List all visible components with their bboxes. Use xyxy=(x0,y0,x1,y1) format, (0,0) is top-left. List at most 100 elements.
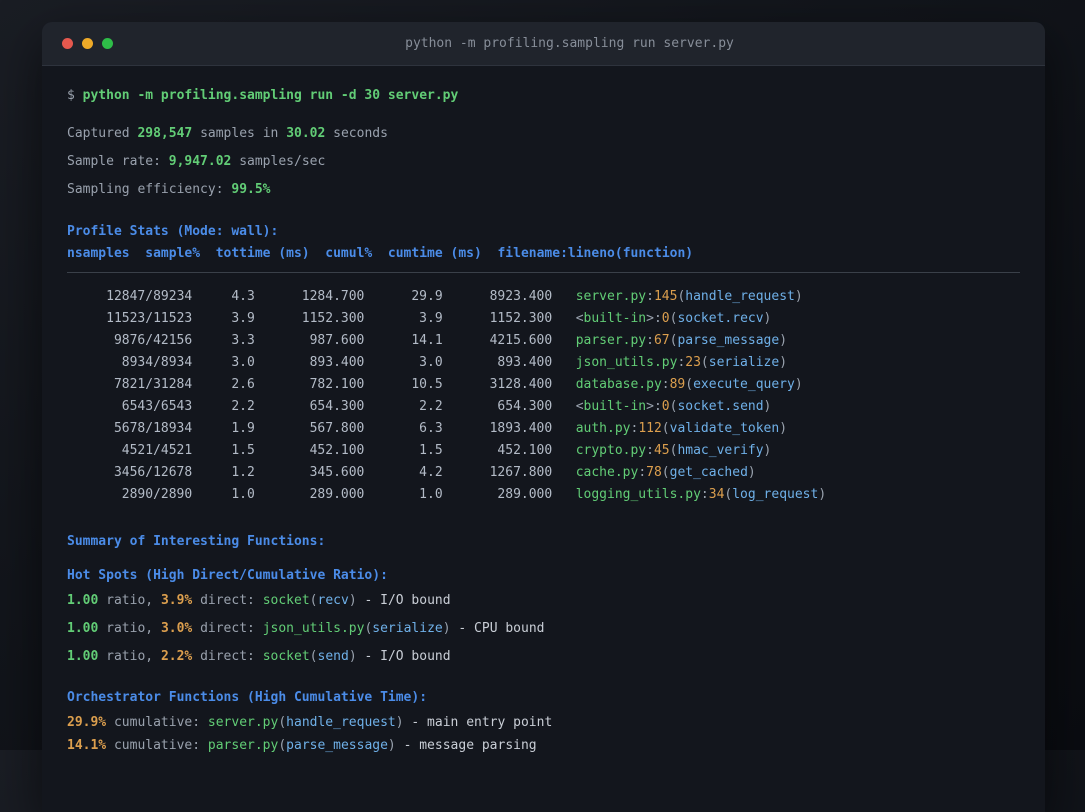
cumul-pct-cell: 1.5 xyxy=(419,443,443,458)
function-name: validate_token xyxy=(669,421,780,436)
summary-heading: Summary of Interesting Functions: xyxy=(67,534,326,549)
colon: : xyxy=(646,333,654,348)
line-number: 78 xyxy=(646,465,662,480)
duration-value: 30.02 xyxy=(286,126,326,141)
sample-rate-line: Sample rate: 9,947.02 samples/sec xyxy=(67,154,1020,170)
orchestrator-note: - message parsing xyxy=(395,738,537,753)
paren: ) xyxy=(763,443,772,458)
function-name: recv xyxy=(317,593,349,608)
shell-prompt-line: $ python -m profiling.sampling run -d 30… xyxy=(67,88,1020,104)
target-name: json_utils.py xyxy=(262,621,365,636)
profile-row: 6543/6543 2.2 654.300 2.2 654.300 <built-in>:… xyxy=(67,396,1020,418)
function-location: auth.py:112(validate_token) xyxy=(576,421,787,436)
tottime-cell: 1284.700 xyxy=(301,289,365,304)
angle-bracket: < xyxy=(575,399,584,414)
hotspot-note: - I/O bound xyxy=(356,649,451,664)
function-name: socket.send xyxy=(677,399,764,414)
cumul-pct-cell: 10.5 xyxy=(411,377,443,392)
cumulative-pct: 14.1% xyxy=(67,738,107,753)
paren: ( xyxy=(309,649,318,664)
cumul-pct-cell: 1.0 xyxy=(419,487,443,502)
filename: database.py xyxy=(575,377,662,392)
profile-rows: 12847/89234 4.3 1284.700 29.9 8923.400 server… xyxy=(67,286,1020,506)
cumul-pct-cell: 29.9 xyxy=(411,289,443,304)
sample-pct-cell: 4.3 xyxy=(231,289,255,304)
seconds-label: seconds xyxy=(333,126,388,141)
cumul-pct-cell: 14.1 xyxy=(411,333,443,348)
direct-pct: 2.2% xyxy=(160,649,193,664)
samples-in-label: samples in xyxy=(200,126,279,141)
paren: ( xyxy=(309,593,318,608)
command-text: python -m profiling.sampling run -d 30 s… xyxy=(82,88,459,103)
function-location: cache.py:78(get_cached) xyxy=(576,465,756,480)
function-name: execute_query xyxy=(693,377,795,392)
hotspot-line: 1.00 ratio, 3.0% direct: json_utils.py(s… xyxy=(67,621,1020,637)
tottime-cell: 893.400 xyxy=(309,355,365,370)
cumtime-cell: 1893.400 xyxy=(489,421,553,436)
function-name: send xyxy=(317,649,349,664)
profile-row: 4521/4521 1.5 452.100 1.5 452.100 crypto.py:4… xyxy=(67,440,1020,462)
efficiency-label: Sampling efficiency: xyxy=(67,182,224,197)
filename: cache.py xyxy=(575,465,639,480)
line-number: 67 xyxy=(653,333,670,348)
hotspot-line: 1.00 ratio, 2.2% direct: socket(send) - … xyxy=(67,649,1020,665)
ratio-value: 1.00 xyxy=(67,649,99,664)
sample-pct-cell: 1.5 xyxy=(231,443,255,458)
function-name: serialize xyxy=(372,621,443,636)
paren: ) xyxy=(348,649,357,664)
orchestrators-heading: Orchestrator Functions (High Cumulative … xyxy=(67,690,428,705)
rate-unit: samples/sec xyxy=(239,154,326,169)
function-name: log_request xyxy=(732,487,819,502)
table-divider xyxy=(67,272,1020,273)
sample-pct-cell: 2.6 xyxy=(231,377,255,392)
profile-row: 7821/31284 2.6 782.100 10.5 3128.400 database… xyxy=(67,374,1020,396)
target-name: socket xyxy=(262,593,310,608)
line-number: 0 xyxy=(661,311,670,326)
line-number: 45 xyxy=(653,443,670,458)
sample-pct-cell: 2.2 xyxy=(231,399,255,414)
line-number: 0 xyxy=(661,399,670,414)
filename: built-in xyxy=(583,399,647,414)
cumul-pct-cell: 3.0 xyxy=(419,355,443,370)
cumtime-cell: 893.400 xyxy=(497,355,553,370)
orchestrator-line: 29.9% cumulative: server.py(handle_reque… xyxy=(67,715,1020,731)
angle-bracket: < xyxy=(575,311,584,326)
colon: : xyxy=(653,399,662,414)
orchestrator-lines: 29.9% cumulative: server.py(handle_reque… xyxy=(67,715,1020,754)
nsamples-cell: 6543/6543 xyxy=(121,399,193,414)
cumtime-cell: 452.100 xyxy=(497,443,553,458)
paren: ( xyxy=(700,355,709,370)
window-title: python -m profiling.sampling run server.… xyxy=(405,36,734,51)
colon: : xyxy=(638,465,647,480)
sample-pct-cell: 1.2 xyxy=(231,465,255,480)
hotspot-note: - I/O bound xyxy=(356,593,451,608)
paren: ) xyxy=(779,333,788,348)
prompt-symbol: $ xyxy=(67,88,75,103)
hotspot-line: 1.00 ratio, 3.9% direct: socket(recv) - … xyxy=(67,593,1020,609)
function-location: parser.py:67(parse_message) xyxy=(576,333,787,348)
target-name: socket xyxy=(262,649,310,664)
nsamples-cell: 7821/31284 xyxy=(113,377,193,392)
sample-pct-cell: 3.3 xyxy=(231,333,255,348)
cumul-pct-cell: 3.9 xyxy=(419,311,443,326)
ratio-value: 1.00 xyxy=(67,593,99,608)
tottime-cell: 289.000 xyxy=(309,487,365,502)
paren: ) xyxy=(747,465,756,480)
profile-table-header: nsamples sample% tottime (ms) cumul% cum… xyxy=(67,246,694,261)
window-titlebar: python -m profiling.sampling run server.… xyxy=(42,22,1045,66)
direct-pct: 3.9% xyxy=(160,593,193,608)
cumtime-cell: 4215.600 xyxy=(489,333,553,348)
function-location: json_utils.py:23(serialize) xyxy=(576,355,787,370)
profile-stats-heading: Profile Stats (Mode: wall): xyxy=(67,224,279,239)
ratio-value: 1.00 xyxy=(67,621,99,636)
hotspots-heading: Hot Spots (High Direct/Cumulative Ratio)… xyxy=(67,568,388,583)
paren: ) xyxy=(442,621,451,636)
ratio-label: ratio, xyxy=(98,593,161,608)
cumul-pct-cell: 2.2 xyxy=(419,399,443,414)
terminal-content: $ python -m profiling.sampling run -d 30… xyxy=(42,88,1045,754)
cumulative-pct: 29.9% xyxy=(67,715,107,730)
nsamples-cell: 3456/12678 xyxy=(113,465,193,480)
nsamples-cell: 8934/8934 xyxy=(121,355,193,370)
function-location: <built-in>:0(socket.recv) xyxy=(576,311,772,326)
paren: ) xyxy=(794,377,803,392)
